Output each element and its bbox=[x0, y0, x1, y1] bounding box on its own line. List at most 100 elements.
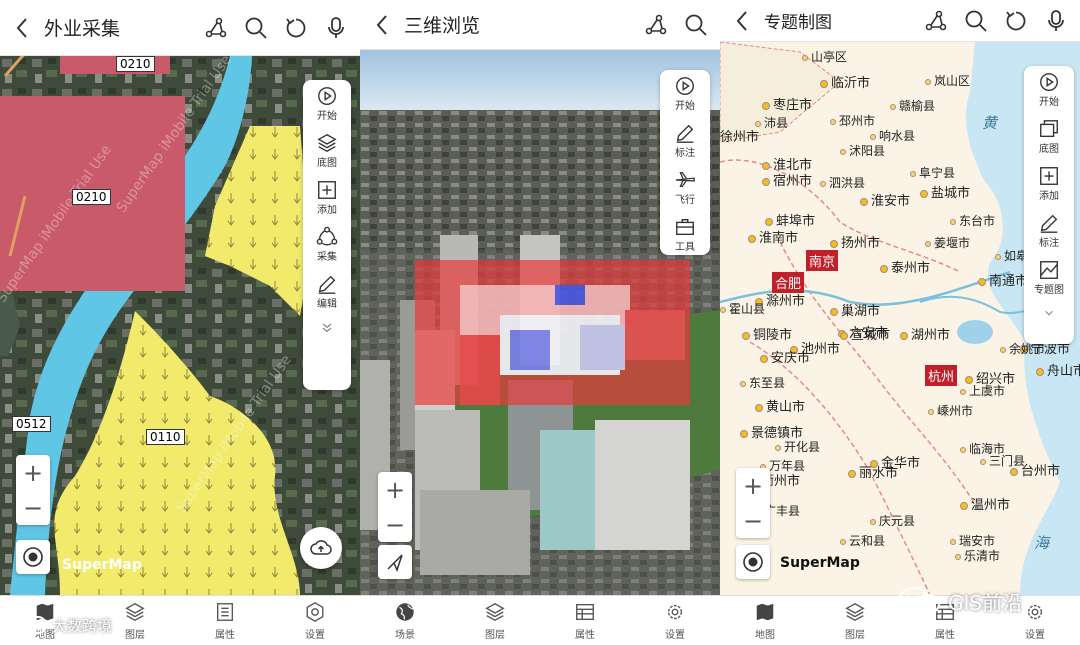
layers-icon bbox=[485, 602, 505, 621]
search-icon[interactable] bbox=[962, 7, 990, 35]
nav-label: 图层 bbox=[485, 629, 505, 641]
nav-layers[interactable]: 图层 bbox=[450, 596, 540, 645]
back-icon[interactable] bbox=[0, 0, 44, 55]
undo-icon[interactable] bbox=[1002, 7, 1030, 35]
city-label: 丽水市 bbox=[848, 462, 898, 481]
navigate-button[interactable] bbox=[378, 545, 412, 579]
path-icon[interactable] bbox=[642, 11, 670, 39]
header: 外业采集 bbox=[0, 0, 360, 56]
nav-settings[interactable]: 设置 bbox=[270, 596, 360, 645]
add-icon bbox=[1040, 167, 1058, 185]
zoom-in-button[interactable]: + bbox=[385, 478, 405, 502]
search-icon[interactable] bbox=[242, 14, 270, 42]
toolbar-expand[interactable] bbox=[319, 315, 335, 341]
upload-button[interactable] bbox=[300, 527, 342, 569]
path-icon[interactable] bbox=[202, 14, 230, 42]
county-label: 阜宁县 bbox=[910, 164, 955, 181]
bottom-nav: 场景 图层 属性 设置 bbox=[360, 595, 720, 645]
microphone-icon[interactable] bbox=[322, 14, 350, 42]
toolbar-start[interactable]: 开始 bbox=[1038, 66, 1060, 113]
nav-scene[interactable]: 场景 bbox=[360, 596, 450, 645]
toolbar-annotate[interactable]: 标注 bbox=[674, 117, 696, 164]
nav-label: 设置 bbox=[665, 629, 685, 641]
toolbar-collect[interactable]: 采集 bbox=[316, 221, 338, 268]
nav-attributes[interactable]: 属性 bbox=[540, 596, 630, 645]
zoom-out-button[interactable]: − bbox=[743, 509, 763, 533]
parcel-label: 0210 bbox=[72, 189, 111, 205]
gear-icon bbox=[1027, 604, 1043, 619]
zoom-out-button[interactable]: − bbox=[385, 513, 405, 537]
county-label: 沛县 bbox=[755, 114, 788, 131]
county-label: 庆元县 bbox=[870, 512, 915, 529]
county-label: 泗洪县 bbox=[820, 174, 865, 191]
collect-icon bbox=[316, 226, 338, 246]
toolbar-thematic[interactable]: 专题图 bbox=[1034, 254, 1064, 301]
zoom-out-button[interactable]: − bbox=[23, 496, 43, 520]
toolbar-expand[interactable] bbox=[1042, 301, 1056, 325]
play-icon bbox=[318, 87, 336, 105]
locate-button[interactable] bbox=[16, 540, 50, 574]
city-label: 宣城市 bbox=[840, 324, 890, 343]
nav-label: 属性 bbox=[215, 629, 235, 641]
parcel-label: 0512 bbox=[12, 416, 51, 432]
supermap-logo: SuperMap bbox=[780, 555, 860, 571]
sea-label: 海 bbox=[1034, 534, 1050, 552]
search-icon[interactable] bbox=[682, 11, 710, 39]
page-title: 外业采集 bbox=[44, 18, 121, 40]
city-label: 宿州市 bbox=[762, 170, 812, 189]
city-label: 舟山市 bbox=[1036, 360, 1080, 379]
toolbar-label: 标注 bbox=[1039, 238, 1059, 249]
toolbar-start[interactable]: 开始 bbox=[674, 70, 696, 117]
panel-3d-browse: 三维浏览 开始 标注 飞行 工具 + − 场景 图层 属性 设置 bbox=[360, 0, 720, 645]
zoom-in-button[interactable]: + bbox=[743, 474, 763, 498]
city-label: 盐城市 bbox=[920, 182, 970, 201]
county-label: 上虞市 bbox=[960, 382, 1005, 399]
toolbar-label: 开始 bbox=[1039, 97, 1059, 108]
toolbar-tools[interactable]: 工具 bbox=[674, 211, 696, 258]
toolbar-fly[interactable]: 飞行 bbox=[674, 164, 696, 211]
toolbar-label: 标注 bbox=[675, 148, 695, 159]
play-icon bbox=[1040, 73, 1058, 91]
toolbar-add[interactable]: 添加 bbox=[316, 174, 338, 221]
nav-attributes[interactable]: 属性 bbox=[180, 596, 270, 645]
nav-map[interactable]: 地图 bbox=[720, 596, 810, 645]
zoom-control: + − bbox=[378, 472, 412, 542]
thematic-map-icon bbox=[1040, 261, 1058, 279]
zoom-in-button[interactable]: + bbox=[23, 461, 43, 485]
toolbar-basemap[interactable]: 底图 bbox=[1038, 113, 1060, 160]
county-label: 嵊州市 bbox=[928, 402, 973, 419]
page-title: 三维浏览 bbox=[404, 15, 481, 37]
watermark-logo-icon bbox=[14, 616, 47, 634]
back-icon[interactable] bbox=[360, 0, 404, 49]
toolbar-start[interactable]: 开始 bbox=[316, 80, 338, 127]
locate-button[interactable] bbox=[736, 545, 770, 579]
zoom-control: + − bbox=[16, 455, 50, 525]
microphone-icon[interactable] bbox=[1042, 7, 1070, 35]
left-watermark: 大数跨境 bbox=[14, 614, 112, 636]
nav-settings[interactable]: 设置 bbox=[630, 596, 720, 645]
toolbar-annotate[interactable]: 标注 bbox=[1038, 207, 1060, 254]
back-icon[interactable] bbox=[720, 0, 764, 41]
zoom-control: + − bbox=[736, 468, 770, 538]
city-label: 南通市 bbox=[978, 270, 1028, 289]
nav-label: 设置 bbox=[305, 629, 325, 641]
table-icon bbox=[576, 603, 594, 620]
toolbar-basemap[interactable]: 底图 bbox=[316, 127, 338, 174]
county-label: 山亭区 bbox=[802, 48, 847, 65]
toolbar-add[interactable]: 添加 bbox=[1038, 160, 1060, 207]
toolbar-edit[interactable]: 编辑 bbox=[316, 268, 338, 315]
capital-label: 南京 bbox=[806, 250, 839, 271]
toolbar: 开始 底图 添加 采集 编辑 bbox=[303, 80, 351, 390]
sea-label: 黄 bbox=[982, 114, 998, 132]
right-watermark: GIS前沿 bbox=[898, 586, 1022, 616]
toolbar-label: 飞行 bbox=[675, 195, 695, 206]
county-label: 岚山区 bbox=[925, 72, 970, 89]
nav-layers[interactable]: 图层 bbox=[810, 596, 900, 645]
toolbar-label: 添加 bbox=[317, 205, 337, 216]
path-icon[interactable] bbox=[922, 7, 950, 35]
county-label: 邳州市 bbox=[830, 112, 875, 129]
toolbar: 开始 底图 添加 标注 专题图 bbox=[1024, 66, 1074, 344]
parcel-label: 0210 bbox=[116, 56, 155, 72]
toolbar-label: 开始 bbox=[675, 101, 695, 112]
undo-icon[interactable] bbox=[282, 14, 310, 42]
